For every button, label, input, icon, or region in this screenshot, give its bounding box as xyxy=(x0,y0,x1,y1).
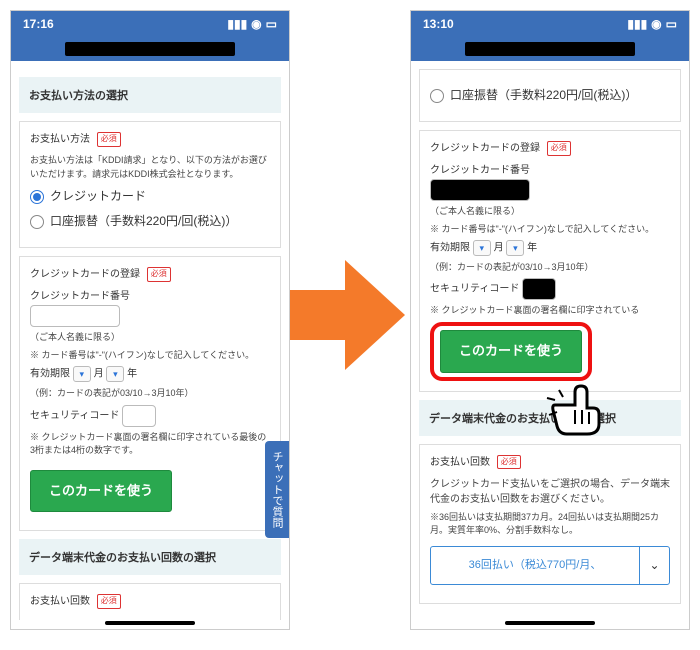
payment-method-box: 口座振替（手数料220円/回(税込)） xyxy=(419,69,681,122)
security-note: ※ クレジットカード裏面の署名欄に印字されている xyxy=(430,304,670,318)
use-card-button[interactable]: このカードを使う xyxy=(30,470,172,513)
security-label: セキュリティコード xyxy=(430,284,519,295)
signal-icon: ▮▮▮ xyxy=(227,17,247,31)
phone-left: 17:16 ▮▮▮ ◉ ▭ お支払い方法の選択 お支払い方法 必須 お支払い方法… xyxy=(10,10,290,630)
status-bar: 13:10 ▮▮▮ ◉ ▭ xyxy=(411,11,689,37)
radio-label: 口座振替（手数料220円/回(税込)） xyxy=(50,212,237,231)
security-note: ※ クレジットカード裏面の署名欄に印字されている最後の3桁または4桁の数字です。 xyxy=(30,431,270,458)
cc-number-label: クレジットカード番号 xyxy=(430,163,670,179)
expiry-label: 有効期限 xyxy=(430,243,470,254)
phone-right: 13:10 ▮▮▮ ◉ ▭ 口座振替（手数料220円/回(税込)） クレジットカ… xyxy=(410,10,690,630)
cc-register-label: クレジットカードの登録 xyxy=(30,269,140,280)
expiry-example: （例：カードの表記が03/10→3月10年） xyxy=(430,261,670,275)
cc-number-label: クレジットカード番号 xyxy=(30,289,270,305)
pay-count-note1: クレジットカード支払いをご選択の場合、データ端末代金のお支払い回数をお選びくださ… xyxy=(430,477,670,507)
cc-hyphen-note: ※ カード番号は"-"(ハイフン)なしで記入してください。 xyxy=(30,349,270,363)
payment-method-note: お支払い方法は「KDDI請求」となり、以下の方法がお選びいただけます。請求元はK… xyxy=(30,154,270,181)
radio-credit-card[interactable]: クレジットカード xyxy=(30,187,270,206)
status-time: 13:10 xyxy=(423,17,454,31)
required-badge: 必須 xyxy=(147,267,171,282)
chat-tab[interactable]: チャットで質問 xyxy=(265,441,289,538)
status-icons: ▮▮▮ ◉ ▭ xyxy=(627,17,677,31)
status-icons: ▮▮▮ ◉ ▭ xyxy=(227,17,277,31)
arrow-icon xyxy=(290,260,410,370)
security-label: セキュリティコード xyxy=(30,410,119,421)
expiry-label: 有効期限 xyxy=(30,369,70,380)
pay-count-box: お支払い回数 必須 クレジットカード支払いをご選択の場合、データ端末代金のお支払… xyxy=(419,444,681,605)
expiry-month-select[interactable]: ▾ xyxy=(473,240,491,256)
security-code-input[interactable] xyxy=(522,278,556,300)
year-unit: 年 xyxy=(127,369,137,380)
pay-count-select[interactable]: 36回払い（税込770円/月、 ⌄ xyxy=(430,546,670,586)
cc-hyphen-note: ※ カード番号は"-"(ハイフン)なしで記入してください。 xyxy=(430,223,670,237)
battery-icon: ▭ xyxy=(666,17,677,31)
redacted-url xyxy=(465,42,635,56)
highlight-frame: このカードを使う xyxy=(430,322,592,381)
home-indicator xyxy=(105,621,195,625)
radio-icon xyxy=(30,190,44,204)
cc-register-label: クレジットカードの登録 xyxy=(430,143,540,154)
wifi-icon: ◉ xyxy=(251,17,261,31)
cc-register-box: クレジットカードの登録 必須 クレジットカード番号 （ご本人名義に限る） ※ カ… xyxy=(419,130,681,391)
expiry-example: （例：カードの表記が03/10→3月10年） xyxy=(30,387,270,401)
content-right: 口座振替（手数料220円/回(税込)） クレジットカードの登録 必須 クレジット… xyxy=(411,61,689,629)
pay-count-box: お支払い回数 必須 xyxy=(19,583,281,620)
radio-icon xyxy=(30,215,44,229)
pay-count-note2: ※36回払いは支払期間37カ月。24回払いは支払期間25カ月。実質年率0%、分割… xyxy=(430,511,670,538)
radio-label: クレジットカード xyxy=(50,187,146,206)
expiry-year-select[interactable]: ▾ xyxy=(506,240,524,256)
payment-method-label: お支払い方法 xyxy=(30,134,90,145)
wifi-icon: ◉ xyxy=(651,17,661,31)
section-device-pay: データ端末代金のお支払い回数の選択 xyxy=(19,539,281,575)
url-bar xyxy=(11,37,289,61)
radio-bank-transfer[interactable]: 口座振替（手数料220円/回(税込)） xyxy=(430,86,670,105)
required-badge: 必須 xyxy=(97,594,121,609)
year-unit: 年 xyxy=(527,243,537,254)
cc-name-note: （ご本人名義に限る） xyxy=(430,205,670,219)
url-bar xyxy=(411,37,689,61)
section-payment-method: お支払い方法の選択 xyxy=(19,77,281,113)
pay-count-label: お支払い回数 xyxy=(30,596,90,607)
expiry-month-select[interactable]: ▾ xyxy=(73,366,91,382)
signal-icon: ▮▮▮ xyxy=(627,17,647,31)
required-badge: 必須 xyxy=(497,455,521,470)
month-unit: 月 xyxy=(494,243,504,254)
required-badge: 必須 xyxy=(547,141,571,156)
radio-bank-transfer[interactable]: 口座振替（手数料220円/回(税込)） xyxy=(30,212,270,231)
pay-count-label: お支払い回数 xyxy=(430,457,490,468)
cc-name-note: （ご本人名義に限る） xyxy=(30,331,270,345)
status-bar: 17:16 ▮▮▮ ◉ ▭ xyxy=(11,11,289,37)
select-text: 36回払い（税込770円/月、 xyxy=(431,547,639,585)
chevron-down-icon: ⌄ xyxy=(639,547,669,585)
payment-method-box: お支払い方法 必須 お支払い方法は「KDDI請求」となり、以下の方法がお選びいた… xyxy=(19,121,281,248)
cc-register-box: クレジットカードの登録 必須 クレジットカード番号 （ご本人名義に限る） ※ カ… xyxy=(19,256,281,531)
security-code-input[interactable] xyxy=(122,405,156,427)
expiry-year-select[interactable]: ▾ xyxy=(106,366,124,382)
content-left: お支払い方法の選択 お支払い方法 必須 お支払い方法は「KDDI請求」となり、以… xyxy=(11,61,289,629)
battery-icon: ▭ xyxy=(266,17,277,31)
cc-number-input[interactable] xyxy=(430,179,530,201)
redacted-url xyxy=(65,42,235,56)
month-unit: 月 xyxy=(94,369,104,380)
home-indicator xyxy=(505,621,595,625)
pointer-hand-icon xyxy=(545,380,615,440)
use-card-button[interactable]: このカードを使う xyxy=(440,330,582,373)
required-badge: 必須 xyxy=(97,132,121,147)
radio-label: 口座振替（手数料220円/回(税込)） xyxy=(450,86,637,105)
status-time: 17:16 xyxy=(23,17,54,31)
radio-icon xyxy=(430,89,444,103)
cc-number-input[interactable] xyxy=(30,305,120,327)
